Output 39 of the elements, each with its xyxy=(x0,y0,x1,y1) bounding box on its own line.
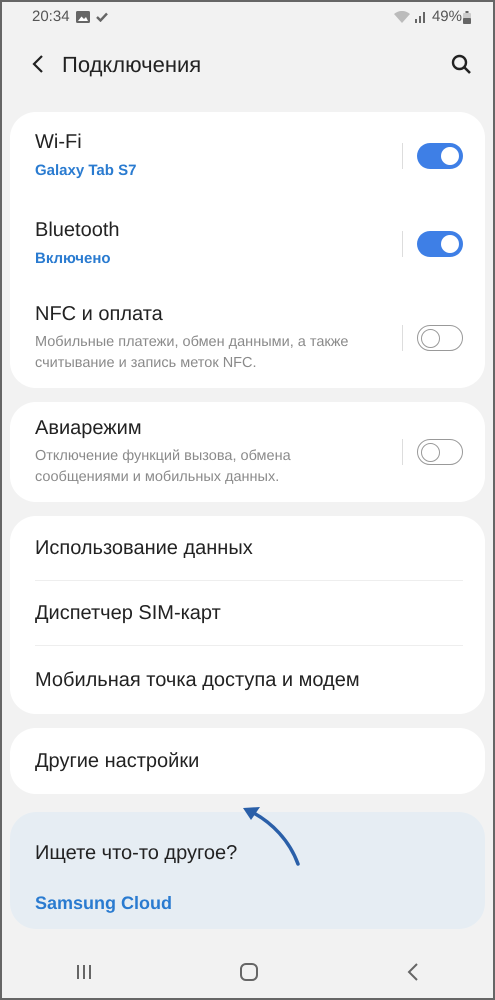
search-icon[interactable] xyxy=(451,54,471,74)
item-title: Авиарежим xyxy=(35,416,143,440)
home-icon[interactable] xyxy=(240,963,258,981)
item-title: Wi-Fi xyxy=(35,130,83,154)
toggle-switch[interactable] xyxy=(417,439,463,465)
toggle-switch[interactable] xyxy=(417,231,463,257)
settings-item[interactable]: Wi-Fi Galaxy Tab S7 xyxy=(10,112,485,200)
item-title: Использование данных xyxy=(35,536,254,560)
item-title: Мобильная точка доступа и модем xyxy=(35,668,361,692)
check-icon xyxy=(96,12,108,22)
item-status: Включено xyxy=(35,248,112,269)
image-icon xyxy=(76,11,90,23)
back-nav-icon[interactable] xyxy=(406,963,419,981)
settings-item[interactable]: Авиарежим Отключение функций вызова, обмена сообщениями и мобильных данных. xyxy=(10,402,485,502)
item-status: Galaxy Tab S7 xyxy=(35,160,138,181)
signal-icon xyxy=(414,11,428,23)
battery-percent: 49% xyxy=(432,6,462,27)
back-icon[interactable] xyxy=(32,54,44,74)
recent-apps-icon[interactable] xyxy=(76,964,92,980)
clock: 20:34 xyxy=(32,6,70,27)
toggle-switch[interactable] xyxy=(417,325,463,351)
item-title: Bluetooth xyxy=(35,218,121,242)
settings-item[interactable]: Bluetooth Включено xyxy=(10,200,485,288)
settings-item[interactable]: Диспетчер SIM-карт xyxy=(10,581,485,645)
suggestion-link[interactable]: Samsung Cloud xyxy=(35,890,172,917)
item-title: Диспетчер SIM-карт xyxy=(35,601,222,625)
settings-item[interactable]: Мобильная точка доступа и модем xyxy=(10,646,485,714)
screen-title: Подключения xyxy=(62,50,202,78)
battery-icon xyxy=(463,10,471,24)
toggle-switch[interactable] xyxy=(417,143,463,169)
settings-item[interactable]: Другие настройки xyxy=(10,728,485,794)
item-title: Другие настройки xyxy=(35,749,200,773)
item-description: Мобильные платежи, обмен данными, а также считывание и запись меток NFC. xyxy=(35,332,350,373)
item-description: Отключение функций вызова, обмена сообщениями и мобильных данных. xyxy=(35,446,292,487)
suggestions-title: Ищете что-то другое? xyxy=(35,841,238,866)
item-title: NFC и оплата xyxy=(35,302,164,326)
settings-item[interactable]: Использование данных xyxy=(10,516,485,580)
wifi-icon xyxy=(394,11,410,23)
settings-item[interactable]: NFC и оплата Мобильные платежи, обмен данными, а также считывание и запись меток NFC. xyxy=(10,288,485,388)
